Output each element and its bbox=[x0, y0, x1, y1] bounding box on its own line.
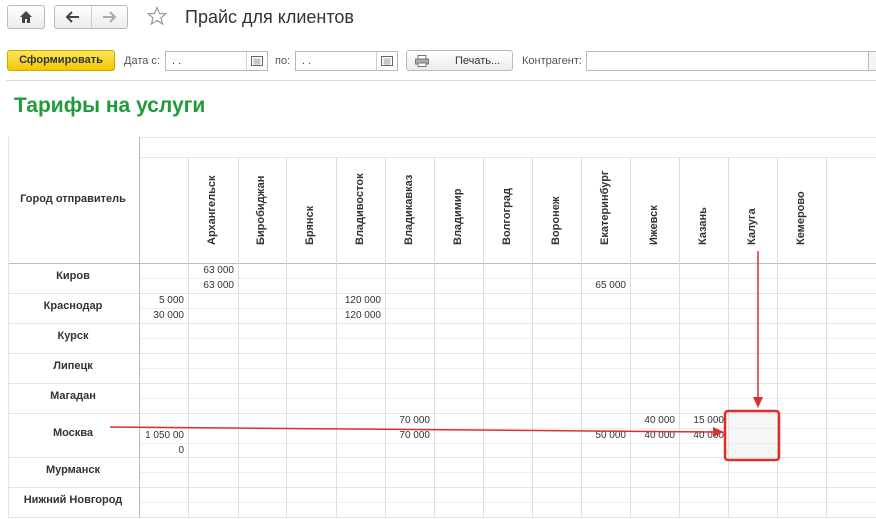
arrow-right-line bbox=[109, 426, 715, 433]
highlight-box bbox=[723, 409, 781, 462]
arrow-right-head bbox=[713, 427, 724, 437]
annotation-overlay bbox=[109, 251, 781, 462]
arrow-down-head bbox=[753, 397, 763, 408]
